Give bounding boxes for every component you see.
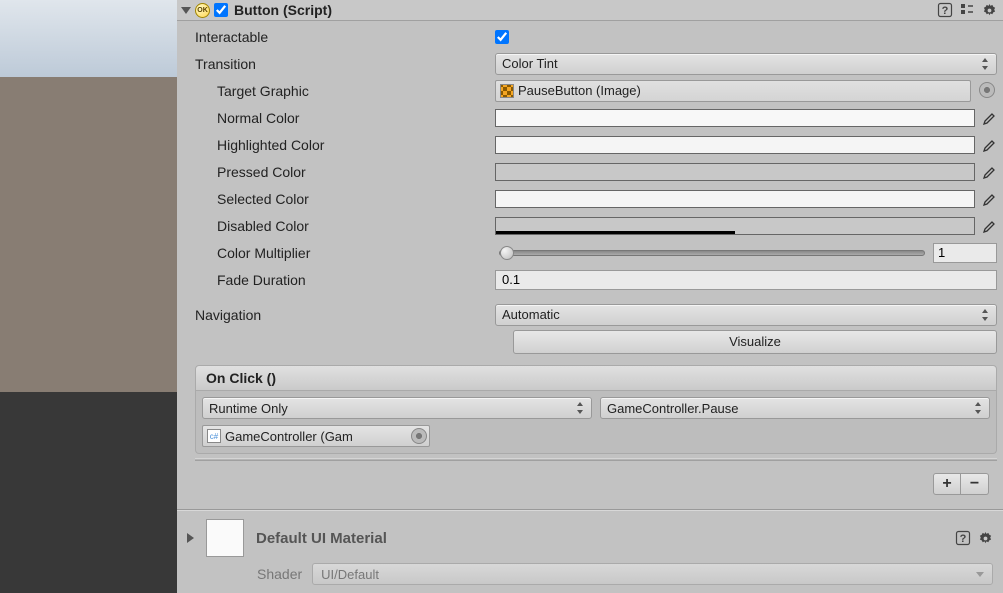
highlighted-color-label: Highlighted Color: [195, 137, 491, 153]
slider-thumb[interactable]: [500, 246, 514, 260]
highlighted-color-row: Highlighted Color: [195, 131, 997, 158]
target-graphic-label: Target Graphic: [195, 83, 491, 99]
svg-text:?: ?: [960, 533, 967, 545]
color-multiplier-slider[interactable]: [499, 250, 925, 256]
navigation-select[interactable]: Automatic: [495, 304, 997, 326]
visualize-button[interactable]: Visualize: [513, 330, 997, 354]
eyedropper-icon[interactable]: [979, 163, 997, 181]
runtime-value: Runtime Only: [209, 401, 288, 416]
foldout-toggle[interactable]: [181, 7, 191, 14]
viewport-below: [0, 392, 177, 593]
disabled-color-label: Disabled Color: [195, 218, 491, 234]
eyedropper-icon[interactable]: [979, 217, 997, 235]
onclick-block: On Click () Runtime Only GameController.…: [195, 365, 997, 454]
selected-color-label: Selected Color: [195, 191, 491, 207]
viewport-ground: [0, 77, 177, 392]
visualize-row: Visualize: [195, 328, 997, 355]
transition-select[interactable]: Color Tint: [495, 53, 997, 75]
add-remove-row: + −: [195, 473, 989, 495]
event-target-field[interactable]: c# GameController (Gam: [202, 425, 430, 447]
normal-color-row: Normal Color: [195, 104, 997, 131]
help-icon[interactable]: ?: [955, 530, 971, 546]
gear-icon[interactable]: [977, 530, 993, 546]
eyedropper-icon[interactable]: [979, 109, 997, 127]
selected-color-swatch[interactable]: [495, 190, 975, 208]
navigation-label: Navigation: [195, 307, 491, 323]
fade-duration-label: Fade Duration: [195, 272, 491, 288]
disabled-color-row: Disabled Color: [195, 212, 997, 239]
target-graphic-field[interactable]: PauseButton (Image): [495, 80, 971, 102]
event-target-value: GameController (Gam: [225, 429, 353, 444]
component-header: OK Button (Script) ?: [177, 0, 1003, 21]
interactable-row: Interactable: [195, 23, 997, 50]
component-body: Interactable Transition Color Tint Targe…: [177, 21, 1003, 503]
material-name: Default UI Material: [256, 530, 387, 547]
gear-icon[interactable]: [981, 2, 997, 18]
transition-value: Color Tint: [502, 56, 558, 71]
pressed-color-label: Pressed Color: [195, 164, 491, 180]
color-multiplier-row: Color Multiplier: [195, 239, 997, 266]
add-button[interactable]: +: [933, 473, 961, 495]
transition-row: Transition Color Tint: [195, 50, 997, 77]
normal-color-label: Normal Color: [195, 110, 491, 126]
scene-viewport-strip: [0, 0, 177, 593]
preset-icon[interactable]: [959, 2, 975, 18]
object-picker-icon[interactable]: [411, 428, 427, 444]
material-foldout[interactable]: [187, 533, 194, 543]
method-select[interactable]: GameController.Pause: [600, 397, 990, 419]
method-value: GameController.Pause: [607, 401, 739, 416]
runtime-select[interactable]: Runtime Only: [202, 397, 592, 419]
interactable-checkbox[interactable]: [495, 30, 509, 44]
component-title: Button (Script): [234, 2, 332, 18]
material-block: Default UI Material ? Shader UI/Default: [177, 511, 1003, 593]
disabled-color-swatch[interactable]: [495, 217, 975, 235]
selected-color-row: Selected Color: [195, 185, 997, 212]
gameobject-icon: c#: [207, 429, 221, 443]
pressed-color-swatch[interactable]: [495, 163, 975, 181]
highlighted-color-swatch[interactable]: [495, 136, 975, 154]
viewport-sky: [0, 0, 177, 77]
pressed-color-row: Pressed Color: [195, 158, 997, 185]
svg-text:?: ?: [942, 5, 949, 17]
fade-duration-row: Fade Duration: [195, 266, 997, 293]
material-preview: [206, 519, 244, 557]
normal-color-swatch[interactable]: [495, 109, 975, 127]
shader-value: UI/Default: [321, 567, 379, 582]
script-icon: OK: [195, 3, 210, 18]
component-enable-checkbox[interactable]: [214, 3, 228, 17]
image-icon: [500, 84, 514, 98]
transition-label: Transition: [195, 56, 491, 72]
navigation-row: Navigation Automatic: [195, 301, 997, 328]
target-graphic-value: PauseButton (Image): [518, 83, 641, 98]
shader-select[interactable]: UI/Default: [312, 563, 993, 585]
inspector-panel: OK Button (Script) ? Interactable: [177, 0, 1003, 593]
fade-duration-input[interactable]: [495, 270, 997, 290]
object-picker-icon[interactable]: [979, 82, 995, 98]
interactable-label: Interactable: [195, 29, 491, 45]
shader-label: Shader: [257, 566, 302, 582]
target-graphic-row: Target Graphic PauseButton (Image): [195, 77, 997, 104]
color-multiplier-label: Color Multiplier: [195, 245, 491, 261]
eyedropper-icon[interactable]: [979, 190, 997, 208]
onclick-header: On Click (): [195, 365, 997, 391]
remove-button[interactable]: −: [961, 473, 989, 495]
navigation-value: Automatic: [502, 307, 560, 322]
color-multiplier-input[interactable]: [933, 243, 997, 263]
eyedropper-icon[interactable]: [979, 136, 997, 154]
help-icon[interactable]: ?: [937, 2, 953, 18]
